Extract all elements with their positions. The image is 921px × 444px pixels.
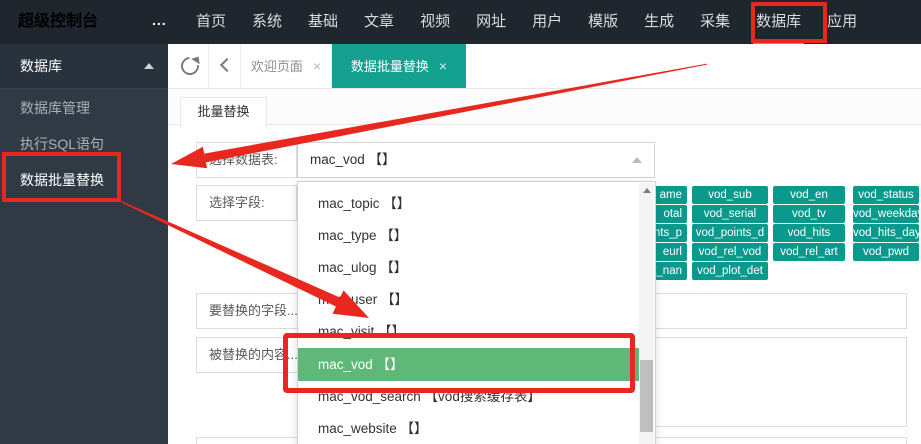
field-tag[interactable]: vod_en <box>773 186 845 204</box>
nav-item-app[interactable]: 应用 <box>814 0 870 44</box>
dropdown-option[interactable]: mac_ulog 【】 <box>298 252 639 284</box>
inner-tab-batch-replace[interactable]: 批量替换 <box>180 97 267 127</box>
nav-item-template[interactable]: 模版 <box>575 0 631 44</box>
app-window: 超级控制台 ... 首页 系统 基础 文章 视频 网址 用户 模版 生成 采集 … <box>0 0 921 444</box>
sidebar-item-db-manage[interactable]: 数据库管理 <box>0 90 168 126</box>
table-select[interactable]: mac_vod 【】 <box>297 142 655 178</box>
label-select-fields: 选择字段: <box>196 185 297 221</box>
sidebar-item-batch-replace[interactable]: 数据批量替换 <box>0 162 168 198</box>
sidebar-group-database[interactable]: 数据库 <box>0 44 168 89</box>
dropdown-scrollbar[interactable] <box>639 183 654 444</box>
label-select-table: 选择数据表: <box>196 142 297 178</box>
field-tag[interactable]: vod_pwd <box>853 243 919 261</box>
field-tag-column: vod_status vod_weekday vod_hits_day vod_… <box>853 186 919 262</box>
tab-welcome-label: 欢迎页面 <box>251 59 303 74</box>
app-logo: 超级控制台 <box>18 0 98 44</box>
label-replace-field: 要替换的字段... <box>196 293 299 329</box>
dropdown-option[interactable]: mac_topic 【】 <box>298 188 639 220</box>
collapse-caret-icon <box>144 63 154 69</box>
page-tab-bar: 欢迎页面 × 数据批量替换 × <box>168 44 921 89</box>
triangle-up <box>643 188 651 193</box>
dropdown-option-list: mac_topic 【】 mac_type 【】 mac_ulog 【】 mac… <box>298 188 639 444</box>
field-tag-column: vod_en vod_tv vod_hits vod_rel_art <box>773 186 845 262</box>
tab-batch-replace-label: 数据批量替换 <box>351 59 429 74</box>
refresh-icon[interactable] <box>180 56 200 76</box>
nav-item-url[interactable]: 网址 <box>463 0 519 44</box>
dropdown-option[interactable]: mac_visit 【】 <box>298 316 639 348</box>
field-tag[interactable]: vod_hits <box>773 224 845 242</box>
ellipsis-icon[interactable]: ... <box>152 0 167 40</box>
field-tag[interactable]: vod_points_d <box>692 224 768 242</box>
top-navbar: 超级控制台 ... 首页 系统 基础 文章 视频 网址 用户 模版 生成 采集 … <box>0 0 921 44</box>
field-tag[interactable]: vod_plot_det <box>692 262 768 280</box>
field-tag[interactable]: vod_sub <box>692 186 768 204</box>
sidebar-group-label: 数据库 <box>0 58 62 74</box>
nav-item-basic[interactable]: 基础 <box>295 0 351 44</box>
field-tag[interactable]: vod_tv <box>773 205 845 223</box>
nav-item-home[interactable]: 首页 <box>183 0 239 44</box>
tab-batch-replace[interactable]: 数据批量替换 × <box>332 44 466 88</box>
top-nav-menu: 首页 系统 基础 文章 视频 网址 用户 模版 生成 采集 数据库 应用 <box>183 0 870 44</box>
chevron-shape <box>220 58 234 72</box>
nav-item-generate[interactable]: 生成 <box>631 0 687 44</box>
dropdown-option[interactable]: mac_vod_search 【vod搜索缓存表】 <box>298 381 639 413</box>
close-icon[interactable]: × <box>439 58 447 74</box>
dropdown-option[interactable]: mac_type 【】 <box>298 220 639 252</box>
tab-welcome[interactable]: 欢迎页面 × <box>241 44 331 88</box>
select-caret-icon <box>632 157 642 163</box>
sidebar-item-exec-sql[interactable]: 执行SQL语句 <box>0 126 168 162</box>
field-tag[interactable]: vod_rel_vod <box>692 243 768 261</box>
label-row5-cutoff <box>196 437 299 444</box>
dropdown-option[interactable]: mac_website 【】 <box>298 413 639 444</box>
nav-item-user[interactable]: 用户 <box>519 0 575 44</box>
tabbar-separator <box>208 44 209 88</box>
label-replaced-content: 被替换的内容... <box>196 337 299 373</box>
chevron-left-icon[interactable] <box>220 59 232 71</box>
nav-item-video[interactable]: 视频 <box>407 0 463 44</box>
field-tag[interactable]: vod_serial <box>692 205 768 223</box>
field-tag-column: vod_sub vod_serial vod_points_d vod_rel_… <box>692 186 768 281</box>
field-tag[interactable]: vod_weekday <box>853 205 919 223</box>
sidebar: 数据库 数据库管理 执行SQL语句 数据批量替换 <box>0 44 168 444</box>
card-tab-strip <box>168 89 921 125</box>
dropdown-option-selected[interactable]: mac_vod 【】 <box>298 348 639 381</box>
scrollbar-thumb[interactable] <box>640 360 653 432</box>
field-tag[interactable]: vod_rel_art <box>773 243 845 261</box>
nav-item-article[interactable]: 文章 <box>351 0 407 44</box>
field-tag[interactable]: vod_status <box>853 186 919 204</box>
table-select-dropdown: mac_topic 【】 mac_type 【】 mac_ulog 【】 mac… <box>297 181 656 444</box>
nav-item-database-label: 数据库 <box>756 13 801 30</box>
nav-item-database[interactable]: 数据库 <box>743 0 814 44</box>
scroll-down-icon[interactable] <box>639 439 654 444</box>
nav-item-collect[interactable]: 采集 <box>687 0 743 44</box>
nav-item-system[interactable]: 系统 <box>239 0 295 44</box>
field-tag[interactable]: vod_hits_day <box>853 224 919 242</box>
table-select-value: mac_vod 【】 <box>310 152 396 167</box>
scroll-up-icon[interactable] <box>639 183 654 198</box>
dropdown-option[interactable]: mac_user 【】 <box>298 284 639 316</box>
close-icon[interactable]: × <box>313 58 321 74</box>
